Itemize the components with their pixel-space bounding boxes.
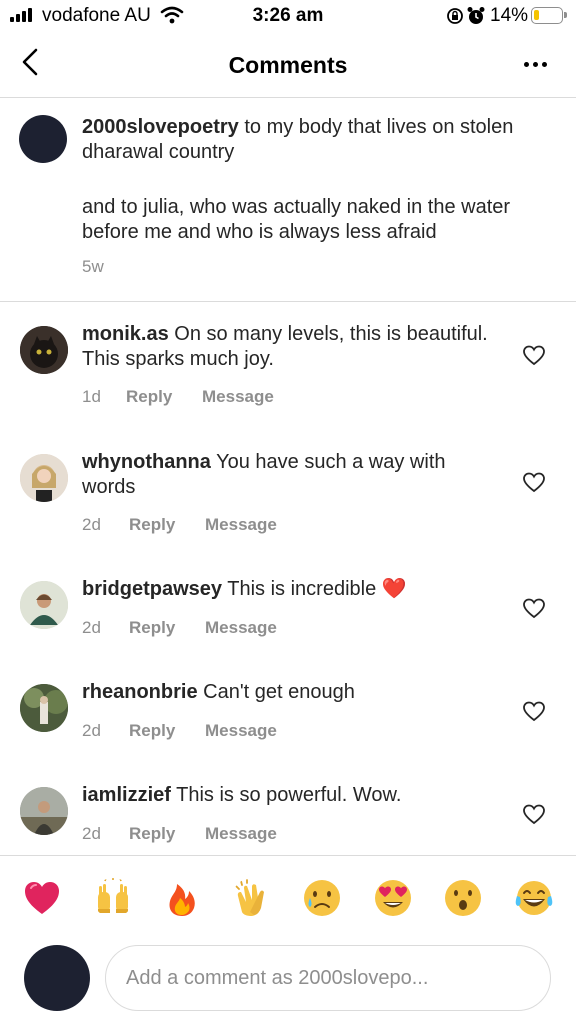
status-bar: vodafone AU 3:26 am 14% bbox=[0, 0, 576, 34]
message-button[interactable]: Message bbox=[205, 515, 277, 535]
commenter-avatar[interactable] bbox=[20, 684, 68, 732]
caption-username[interactable]: 2000slovepoetry bbox=[82, 116, 239, 138]
clapping-hands-icon[interactable] bbox=[232, 878, 272, 918]
comment-username[interactable]: iamlizzief bbox=[82, 784, 171, 806]
astonished-face-icon[interactable] bbox=[443, 878, 483, 918]
caption-author-avatar[interactable] bbox=[19, 115, 67, 163]
dot-icon bbox=[532, 61, 538, 67]
comment-meta: 1d Reply Message bbox=[82, 387, 274, 407]
heart-eyes-icon[interactable] bbox=[373, 878, 413, 918]
comment-text: whynothanna You have such a way with wor… bbox=[82, 450, 502, 500]
comment-text: rheanonbrie Can't get enough bbox=[82, 680, 502, 705]
like-heart-icon[interactable] bbox=[522, 700, 546, 722]
comment-body: This is incredible ❤️ bbox=[227, 578, 407, 600]
like-heart-icon[interactable] bbox=[522, 471, 546, 493]
reply-button[interactable]: Reply bbox=[129, 824, 205, 844]
header: Comments bbox=[0, 34, 576, 98]
page-title: Comments bbox=[228, 52, 348, 78]
comment-timestamp: 2d bbox=[82, 618, 101, 637]
orientation-lock-icon bbox=[447, 8, 463, 24]
comment-meta: 2d Reply Message bbox=[82, 721, 277, 741]
caption-timestamp: 5w bbox=[82, 257, 104, 276]
reply-button[interactable]: Reply bbox=[126, 387, 202, 407]
comment-username[interactable]: bridgetpawsey bbox=[82, 578, 222, 600]
crying-face-icon[interactable] bbox=[302, 878, 342, 918]
comment-username[interactable]: whynothanna bbox=[82, 451, 211, 473]
reply-button[interactable]: Reply bbox=[129, 515, 205, 535]
comment-timestamp: 2d bbox=[82, 824, 101, 843]
caption-text: 2000slovepoetry to my body that lives on… bbox=[82, 115, 542, 245]
comment-meta: 2d Reply Message bbox=[82, 824, 277, 844]
comment-text: monik.as On so many levels, this is beau… bbox=[82, 322, 502, 372]
comment-timestamp: 2d bbox=[82, 721, 101, 740]
commenter-avatar[interactable] bbox=[20, 326, 68, 374]
caption-line-2: and to julia, who was actually naked in … bbox=[82, 196, 511, 243]
battery-percentage: 14% bbox=[490, 5, 529, 26]
more-options-button[interactable] bbox=[520, 54, 550, 74]
comment-composer bbox=[0, 937, 576, 1024]
alarm-icon bbox=[467, 7, 485, 24]
commenter-avatar[interactable] bbox=[20, 454, 68, 502]
battery-icon bbox=[531, 7, 567, 24]
red-heart-icon[interactable] bbox=[22, 878, 62, 918]
reply-button[interactable]: Reply bbox=[129, 618, 205, 638]
comment-timestamp: 1d bbox=[82, 387, 101, 406]
comment-meta: 2d Reply Message bbox=[82, 515, 277, 535]
tears-of-joy-icon[interactable] bbox=[514, 878, 554, 918]
comment-input[interactable] bbox=[105, 945, 551, 1011]
message-button[interactable]: Message bbox=[205, 721, 277, 741]
post-caption: 2000slovepoetry to my body that lives on… bbox=[0, 99, 576, 302]
message-button[interactable]: Message bbox=[205, 618, 277, 638]
commenter-avatar[interactable] bbox=[20, 787, 68, 835]
like-heart-icon[interactable] bbox=[522, 344, 546, 366]
like-heart-icon[interactable] bbox=[522, 597, 546, 619]
comment-body: This is so powerful. Wow. bbox=[176, 784, 402, 806]
comment-text: bridgetpawsey This is incredible ❤️ bbox=[82, 577, 502, 602]
comment-timestamp: 2d bbox=[82, 515, 101, 534]
commenter-avatar[interactable] bbox=[20, 581, 68, 629]
message-button[interactable]: Message bbox=[202, 387, 274, 407]
current-user-avatar bbox=[24, 945, 90, 1011]
like-heart-icon[interactable] bbox=[522, 803, 546, 825]
comment-username[interactable]: rheanonbrie bbox=[82, 681, 198, 703]
reply-button[interactable]: Reply bbox=[129, 721, 205, 741]
dot-icon bbox=[523, 61, 529, 67]
dot-icon bbox=[541, 61, 547, 67]
comment-meta: 2d Reply Message bbox=[82, 618, 277, 638]
message-button[interactable]: Message bbox=[205, 824, 277, 844]
comment-text: iamlizzief This is so powerful. Wow. bbox=[82, 783, 502, 808]
comment-username[interactable]: monik.as bbox=[82, 323, 169, 345]
raising-hands-icon[interactable] bbox=[93, 878, 133, 918]
comment-body: Can't get enough bbox=[203, 681, 355, 703]
emoji-quick-bar bbox=[0, 855, 576, 937]
fire-icon[interactable] bbox=[162, 878, 202, 918]
